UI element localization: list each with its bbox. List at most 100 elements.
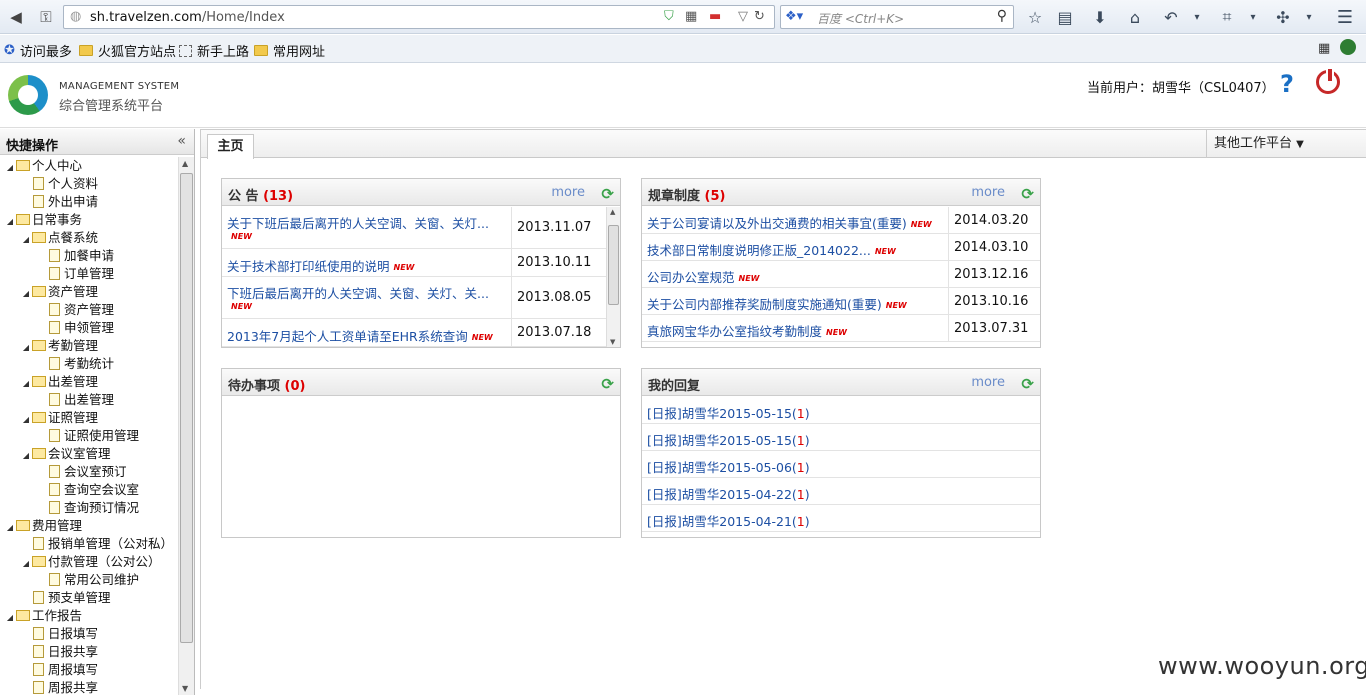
notice-scrollbar[interactable]: ▲ ▼ xyxy=(606,207,620,347)
home-icon[interactable]: ⌂ xyxy=(1122,5,1148,29)
tree-item[interactable]: 外出申请 xyxy=(0,193,178,211)
tab-home[interactable]: 主页 xyxy=(207,134,254,159)
tree-item[interactable]: 出差管理 xyxy=(0,391,178,409)
tree-item[interactable]: 资产管理 xyxy=(0,301,178,319)
key-icon[interactable]: ⚿ xyxy=(34,5,58,29)
reload-icon[interactable]: ↻ xyxy=(754,9,765,24)
tree-item[interactable]: ◢ 出差管理 xyxy=(0,373,178,391)
tree-item[interactable]: ◢ 日常事务 xyxy=(0,211,178,229)
tree-item[interactable]: 常用公司维护 xyxy=(0,571,178,589)
bookmark-common-sites[interactable]: 常用网址 xyxy=(254,41,325,60)
tree-item[interactable]: 加餐申请 xyxy=(0,247,178,265)
tree-item[interactable]: 订单管理 xyxy=(0,265,178,283)
reply-title-link[interactable]: [日报]胡雪华2015-05-15(1) xyxy=(647,430,810,449)
tree-item[interactable]: 证照使用管理 xyxy=(0,427,178,445)
reply-title-link[interactable]: [日报]胡雪华2015-05-15(1) xyxy=(647,403,810,422)
tree-item-label: 会议室预订 xyxy=(64,464,127,479)
status-icon[interactable] xyxy=(1340,39,1356,55)
undo-dropdown-icon[interactable]: ▾ xyxy=(1184,5,1210,29)
refresh-icon[interactable]: ⟳ xyxy=(601,375,614,393)
help-icon[interactable]: ? xyxy=(1280,70,1294,98)
sidebar-title: 快捷操作 xyxy=(6,139,59,154)
scroll-down-icon[interactable]: ▼ xyxy=(610,338,615,346)
tree-item[interactable]: 周报填写 xyxy=(0,661,178,679)
new-badge: NEW xyxy=(471,333,493,342)
crop-icon[interactable]: ⌗ xyxy=(1214,5,1240,29)
notice-title-link[interactable]: 关于技术部打印纸使用的说明 NEW xyxy=(227,256,415,275)
logout-power-icon[interactable] xyxy=(1316,67,1340,94)
tree-item[interactable]: 报销单管理（公对私） xyxy=(0,535,178,553)
undo-icon[interactable]: ↶ xyxy=(1158,5,1184,29)
reply-title-link[interactable]: [日报]胡雪华2015-04-21(1) xyxy=(647,511,810,530)
tree-item[interactable]: 查询空会议室 xyxy=(0,481,178,499)
bookmark-firefox-site[interactable]: 火狐官方站点 xyxy=(79,41,176,60)
bookmark-star-icon: ✪ xyxy=(4,43,15,58)
sidebar-scrollbar[interactable]: ▲ ▼ xyxy=(178,157,194,695)
tree-item[interactable]: ◢ 证照管理 xyxy=(0,409,178,427)
search-bar[interactable]: ❖▾ 百度 <Ctrl+K> ⚲ xyxy=(780,5,1014,29)
tree-item[interactable]: ◢ 点餐系统 xyxy=(0,229,178,247)
tree-item[interactable]: 个人资料 xyxy=(0,175,178,193)
flag-icon[interactable]: ▬ xyxy=(709,9,721,24)
shield-icon[interactable]: ⛉ xyxy=(664,9,674,24)
notice-scroll-thumb[interactable] xyxy=(608,225,619,305)
folder-icon xyxy=(32,448,46,459)
tree-item[interactable]: ◢ 考勤管理 xyxy=(0,337,178,355)
tree-item[interactable]: 预支单管理 xyxy=(0,589,178,607)
reply-title-link[interactable]: [日报]胡雪华2015-04-22(1) xyxy=(647,484,810,503)
scrollbar-thumb[interactable] xyxy=(180,173,193,643)
rule-title-link[interactable]: 关于公司宴请以及外出交通费的相关事宜(重要) NEW xyxy=(647,213,932,232)
qr-code-icon[interactable]: ▦ xyxy=(685,9,697,24)
replies-more-link[interactable]: more xyxy=(971,375,1005,390)
refresh-icon[interactable]: ⟳ xyxy=(1021,185,1034,203)
tree-item[interactable]: 日报共享 xyxy=(0,643,178,661)
rule-title-link[interactable]: 真旅网宝华办公室指纹考勤制度 NEW xyxy=(647,321,847,340)
tree-item-label: 个人资料 xyxy=(48,176,99,191)
tree-item[interactable]: 查询预订情况 xyxy=(0,499,178,517)
notice-more-link[interactable]: more xyxy=(551,185,585,200)
notice-title-link[interactable]: 下班后最后离开的人关空调、关窗、关灯、关... xyxy=(227,283,489,302)
tree-item[interactable]: 会议室预订 xyxy=(0,463,178,481)
tree-item[interactable]: 考勤统计 xyxy=(0,355,178,373)
addon-icon[interactable]: ✣ xyxy=(1270,5,1296,29)
bookmark-getting-started[interactable]: 新手上路 xyxy=(179,41,249,60)
tree-item[interactable]: 日报填写 xyxy=(0,625,178,643)
rule-title-link[interactable]: 关于公司内部推荐奖励制度实施通知(重要) NEW xyxy=(647,294,907,313)
dropdown-icon[interactable]: ▽ xyxy=(738,9,748,24)
reading-list-icon[interactable]: ▤ xyxy=(1052,5,1078,29)
refresh-icon[interactable]: ⟳ xyxy=(1021,375,1034,393)
notice-title-link[interactable]: 关于下班后最后离开的人关空调、关窗、关灯... xyxy=(227,213,489,232)
tree-item[interactable]: ◢ 会议室管理 xyxy=(0,445,178,463)
addon-dropdown-icon[interactable]: ▾ xyxy=(1296,5,1322,29)
grid-icon[interactable]: ▦ xyxy=(1318,41,1330,56)
crop-dropdown-icon[interactable]: ▾ xyxy=(1240,5,1266,29)
reply-title-link[interactable]: [日报]胡雪华2015-05-06(1) xyxy=(647,457,810,476)
tree-item[interactable]: ◢ 个人中心 xyxy=(0,157,178,175)
refresh-icon[interactable]: ⟳ xyxy=(601,185,614,203)
other-platform-dropdown[interactable]: 其他工作平台 ▼ xyxy=(1206,130,1366,158)
tree-item[interactable]: ◢ 付款管理（公对公） xyxy=(0,553,178,571)
baidu-paw-icon[interactable]: ❖▾ xyxy=(785,9,803,24)
folder-icon xyxy=(32,232,46,243)
tree-item[interactable]: ◢ 资产管理 xyxy=(0,283,178,301)
tree-item[interactable]: ◢ 工作报告 xyxy=(0,607,178,625)
tree-item[interactable]: 周报共享 xyxy=(0,679,178,695)
back-icon[interactable]: ◀ xyxy=(4,5,28,29)
notice-title-link[interactable]: 2013年7月起个人工资单请至EHR系统查询 NEW xyxy=(227,326,493,345)
scroll-up-icon[interactable]: ▲ xyxy=(182,159,188,168)
bookmark-most-visited[interactable]: ✪ 访问最多 xyxy=(4,41,72,60)
rules-more-link[interactable]: more xyxy=(971,185,1005,200)
download-icon[interactable]: ⬇ xyxy=(1087,5,1113,29)
rule-title-link[interactable]: 技术部日常制度说明修正版_2014022... NEW xyxy=(647,240,896,259)
menu-icon[interactable]: ☰ xyxy=(1332,5,1358,29)
rule-title-link[interactable]: 公司办公室规范 NEW xyxy=(647,267,760,286)
tree-item[interactable]: 申领管理 xyxy=(0,319,178,337)
scroll-up-icon[interactable]: ▲ xyxy=(610,208,615,216)
tree-item[interactable]: ◢ 费用管理 xyxy=(0,517,178,535)
search-icon[interactable]: ⚲ xyxy=(997,8,1007,24)
star-icon[interactable]: ☆ xyxy=(1022,5,1048,29)
collapse-icon[interactable]: « xyxy=(177,133,186,149)
notice-row: 2013年7月起个人工资单请至EHR系统查询 NEW 2013.07.18 xyxy=(222,319,606,347)
scroll-down-icon[interactable]: ▼ xyxy=(182,684,188,693)
url-bar[interactable]: ◍ sh.travelzen.com/Home/Index ⛉ ▦ ▬ ▽ ↻ xyxy=(63,5,775,29)
